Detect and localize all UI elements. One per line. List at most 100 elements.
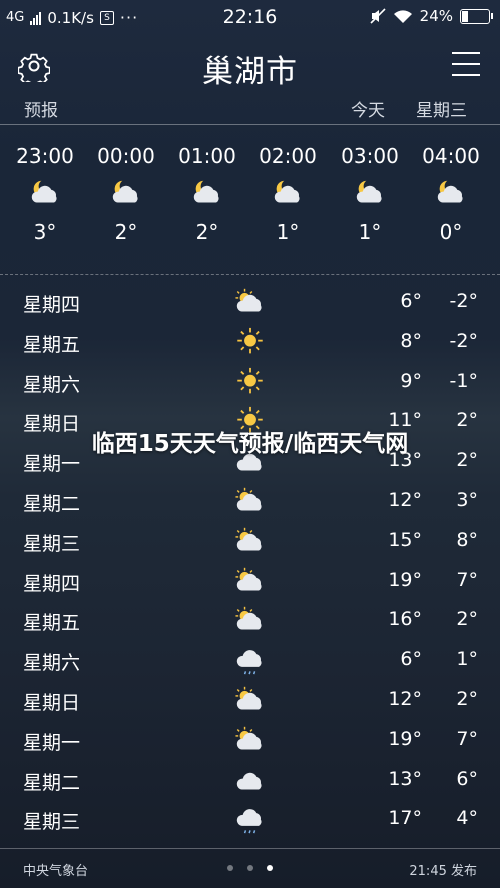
forecast-subheader: 预报 今天 星期三 xyxy=(0,96,500,124)
battery-icon xyxy=(460,8,493,24)
hourly-item: 03:00 1° xyxy=(330,144,410,244)
rain-cloud-icon xyxy=(232,645,268,675)
daily-row[interactable]: 星期三 15° 8° xyxy=(0,521,500,561)
cloud-icon xyxy=(232,765,268,795)
footer-divider xyxy=(0,848,500,849)
day-name: 星期六 xyxy=(23,652,81,675)
high-temp: 17° xyxy=(388,807,422,830)
high-temp: 9° xyxy=(400,369,422,392)
rain-cloud-icon xyxy=(232,804,268,834)
partly-cloudy-icon xyxy=(232,725,268,755)
partly-cloudy-icon xyxy=(232,605,268,635)
moon-cloud-icon xyxy=(190,178,224,208)
moon-cloud-icon xyxy=(109,178,143,208)
daily-row[interactable]: 星期四 19° 7° xyxy=(0,561,500,601)
high-temp: 12° xyxy=(388,688,422,710)
footer: 中央气象台 21:45 发布 xyxy=(0,860,500,882)
day-name: 星期一 xyxy=(23,731,81,754)
high-temp: 19° xyxy=(388,568,422,591)
high-temp: 16° xyxy=(388,608,422,631)
divider xyxy=(0,124,500,125)
low-temp: 8° xyxy=(456,528,478,551)
day-name: 星期三 xyxy=(23,532,81,555)
high-temp: 6° xyxy=(400,290,422,312)
hourly-item: 01:00 2° xyxy=(167,144,247,244)
partly-cloudy-icon xyxy=(232,685,268,715)
hour-time: 23:00 xyxy=(16,144,74,168)
publish-time: 21:45 发布 xyxy=(409,864,477,879)
hourly-forecast[interactable]: 23:00 3° 00:00 2° 01:00 2° 02:00 1° 03:00 1° 04:00… xyxy=(0,144,500,264)
today-label: 今天 xyxy=(351,101,385,121)
day-name: 星期二 xyxy=(23,771,81,794)
daily-row[interactable]: 星期五 16° 2° xyxy=(0,600,500,640)
city-title[interactable]: 巢湖市 xyxy=(0,46,500,91)
hourly-item: 02:00 1° xyxy=(248,144,328,244)
low-temp: 6° xyxy=(456,767,478,790)
moon-cloud-icon xyxy=(271,178,305,208)
hour-temp: 1° xyxy=(276,220,300,244)
weekday-label: 星期三 xyxy=(416,101,467,121)
daily-row[interactable]: 星期三 17° 4° xyxy=(0,799,500,839)
day-name: 星期四 xyxy=(23,294,81,316)
partly-cloudy-icon xyxy=(232,287,268,317)
hour-time: 02:00 xyxy=(259,144,317,168)
status-bar: 4G 0.1K/s S ··· 22:16 24% xyxy=(0,0,500,34)
moon-cloud-icon xyxy=(434,178,468,208)
daily-row[interactable]: 星期五 8° -2° xyxy=(0,322,500,362)
daily-row[interactable]: 星期六 6° 1° xyxy=(0,640,500,680)
partly-cloudy-icon xyxy=(232,486,268,516)
low-temp: 7° xyxy=(456,727,478,750)
high-temp: 12° xyxy=(388,489,422,511)
menu-icon[interactable] xyxy=(452,52,480,78)
day-name: 星期日 xyxy=(23,692,81,714)
day-name: 星期四 xyxy=(23,572,81,595)
day-name: 星期六 xyxy=(23,373,81,396)
overlay-title: 临西15天天气预报/临西天气网 xyxy=(91,431,409,457)
daily-row[interactable]: 星期二 12° 3° xyxy=(0,481,500,521)
low-temp: 3° xyxy=(456,489,478,511)
hourly-item: 00:00 2° xyxy=(86,144,166,244)
battery-percent: 24% xyxy=(419,7,453,25)
daily-row[interactable]: 星期日 12° 2° xyxy=(0,680,500,720)
hour-time: 00:00 xyxy=(97,144,155,168)
hour-time: 04:00 xyxy=(422,144,480,168)
app-header: 巢湖市 xyxy=(0,36,500,96)
daily-row[interactable]: 星期一 19° 7° xyxy=(0,720,500,760)
low-temp: 7° xyxy=(456,568,478,591)
low-temp: -2° xyxy=(449,329,478,352)
day-name: 星期三 xyxy=(23,811,81,834)
hour-temp: 2° xyxy=(114,220,138,244)
hour-time: 01:00 xyxy=(178,144,236,168)
day-name: 星期二 xyxy=(23,493,81,515)
day-name: 星期五 xyxy=(23,612,81,635)
low-temp: 2° xyxy=(456,608,478,631)
sun-icon xyxy=(232,367,268,397)
mute-icon xyxy=(370,8,386,24)
low-temp: -1° xyxy=(449,369,478,392)
daily-row[interactable]: 星期二 13° 6° xyxy=(0,760,500,800)
hour-time: 03:00 xyxy=(341,144,399,168)
forecast-label: 预报 xyxy=(24,101,58,121)
high-temp: 19° xyxy=(388,727,422,750)
page-dot[interactable] xyxy=(247,865,253,871)
hourly-item: 04:00 0° xyxy=(411,144,491,244)
high-temp: 13° xyxy=(388,767,422,790)
low-temp: 4° xyxy=(456,807,478,830)
high-temp: 15° xyxy=(388,528,422,551)
day-name: 星期五 xyxy=(23,333,81,356)
daily-row[interactable]: 星期四 6° -2° xyxy=(0,282,500,322)
high-temp: 8° xyxy=(400,329,422,352)
hour-temp: 2° xyxy=(195,220,219,244)
low-temp: 2° xyxy=(456,688,478,710)
moon-cloud-icon xyxy=(353,178,387,208)
daily-row[interactable]: 星期六 9° -1° xyxy=(0,362,500,402)
page-dot[interactable] xyxy=(267,865,273,871)
page-dot[interactable] xyxy=(227,865,233,871)
partly-cloudy-icon xyxy=(232,526,268,556)
wifi-icon xyxy=(393,9,412,23)
sun-icon xyxy=(232,327,268,357)
moon-cloud-icon xyxy=(28,178,62,208)
dashed-divider xyxy=(0,274,500,275)
hour-temp: 0° xyxy=(439,220,463,244)
hour-temp: 3° xyxy=(33,220,57,244)
